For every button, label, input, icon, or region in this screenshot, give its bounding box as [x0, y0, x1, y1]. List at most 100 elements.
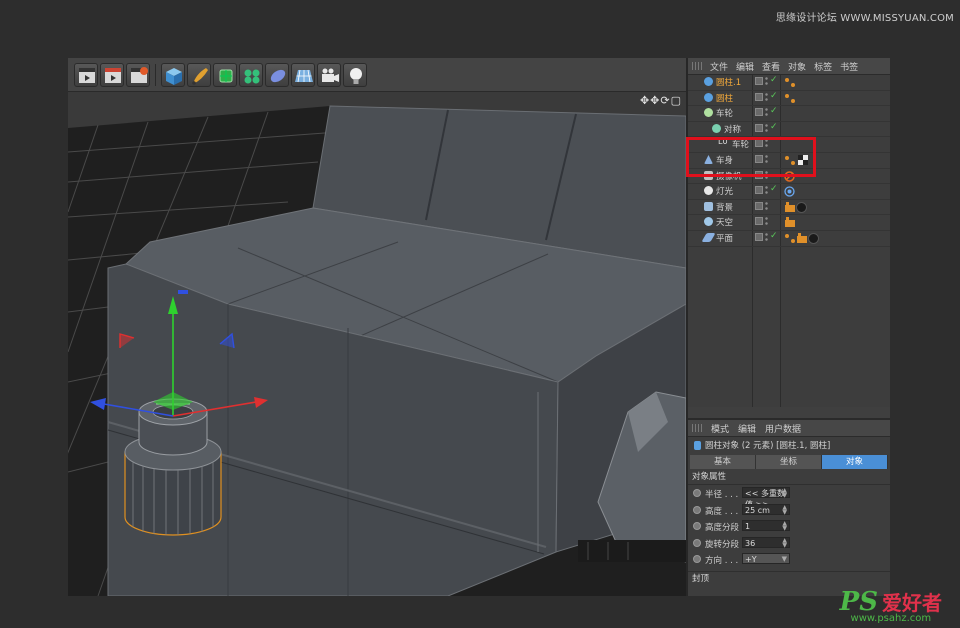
object-row-sky[interactable]: 天空 [688, 215, 890, 231]
menu-view[interactable]: 查看 [762, 60, 780, 73]
cloner-button[interactable] [239, 63, 263, 87]
render-view-button[interactable] [74, 63, 98, 87]
rotation-segments-field[interactable]: 36 ▲ ▼ [742, 536, 790, 548]
menu-mode[interactable]: 模式 [711, 422, 729, 435]
object-name[interactable]: 灯光 [716, 185, 733, 197]
animate-radio[interactable] [693, 555, 701, 563]
attribute-tabs: 基本 坐标 对象 [690, 455, 888, 469]
camera-button[interactable] [317, 63, 341, 87]
layer-flag-icon[interactable] [755, 108, 763, 117]
subdivision-cube-icon [219, 69, 233, 83]
tab-basic[interactable]: 基本 [690, 455, 756, 469]
spinner-arrows-icon[interactable]: ▲ ▼ [782, 521, 787, 532]
layer-flag-icon[interactable] [755, 186, 763, 195]
tab-object[interactable]: 对象 [822, 455, 888, 469]
compositing-tag-icon[interactable] [784, 201, 796, 213]
object-name[interactable]: 背景 [716, 201, 733, 213]
animate-radio[interactable] [693, 522, 701, 530]
panel-grip-icon[interactable] [692, 424, 702, 432]
visibility-dots-icon[interactable] [765, 107, 768, 118]
light-button[interactable] [343, 63, 367, 87]
animate-radio[interactable] [693, 505, 701, 514]
layer-flag-icon[interactable] [755, 77, 763, 85]
enabled-check-icon[interactable]: ✓ [770, 122, 778, 132]
attribute-title-text: 圆柱对象 (2 元素) [圆柱.1, 圆柱] [705, 441, 831, 451]
scene-floor-button[interactable] [291, 63, 315, 87]
viewport-scene[interactable] [68, 92, 686, 596]
property-height-segments: 高度分段 1 ▲ ▼ [688, 518, 890, 535]
layer-flag-icon[interactable] [755, 217, 763, 226]
object-row-plane[interactable]: 平面 ✓ [688, 231, 890, 247]
material-dark-icon[interactable] [808, 232, 819, 244]
watermark-name: 爱好者 [882, 591, 942, 615]
enabled-check-icon[interactable]: ✓ [770, 91, 778, 101]
attribute-title: 圆柱对象 (2 元素) [圆柱.1, 圆柱] [688, 437, 890, 453]
object-row-symmetry[interactable]: 对称 ✓ [688, 122, 890, 138]
light-target-icon[interactable] [784, 186, 795, 197]
menu-tags[interactable]: 标签 [814, 60, 832, 73]
3d-viewport[interactable]: ✥✥⟳▢ [68, 92, 686, 596]
cylinder-icon [694, 440, 701, 450]
enabled-check-icon[interactable]: ✓ [770, 75, 778, 85]
orientation-dropdown[interactable]: +Y ▼ [742, 553, 790, 564]
object-row-cylinder-1[interactable]: 圆柱.1 ✓ [688, 75, 890, 91]
object-row-background[interactable]: 背景 [688, 200, 890, 216]
panel-grip-icon[interactable] [692, 62, 702, 70]
menu-edit[interactable]: 编辑 [736, 60, 754, 73]
viewport-nav-icons[interactable]: ✥✥⟳▢ [640, 94, 682, 107]
enabled-check-icon[interactable]: ✓ [770, 184, 778, 194]
deformer-button[interactable] [265, 63, 289, 87]
object-name[interactable]: 对称 [724, 123, 741, 135]
layer-flag-icon[interactable] [755, 201, 763, 210]
tab-coordinates[interactable]: 坐标 [756, 455, 822, 469]
object-name[interactable]: 平面 [716, 232, 733, 244]
object-row-light[interactable]: 灯光 ✓ [688, 184, 890, 200]
spinner-arrows-icon[interactable]: ▲ ▼ [782, 537, 787, 548]
object-name[interactable]: 车轮 [716, 107, 733, 119]
animate-radio[interactable] [693, 489, 701, 497]
cube-object-button[interactable] [161, 63, 185, 87]
phong-tag-icon[interactable] [784, 233, 796, 244]
layer-flag-icon[interactable] [755, 92, 763, 101]
selected-cylinders[interactable] [124, 398, 222, 536]
visibility-dots-icon[interactable] [765, 231, 768, 242]
spinner-arrows-icon[interactable]: ▲ ▼ [782, 504, 787, 515]
enabled-check-icon[interactable]: ✓ [770, 231, 778, 241]
menu-bookmarks[interactable]: 书签 [840, 60, 858, 73]
visibility-dots-icon[interactable] [765, 122, 768, 133]
height-segments-field[interactable]: 1 ▲ ▼ [742, 520, 790, 532]
object-list[interactable]: 圆柱.1 ✓ 圆柱 ✓ 车轮 ✓ 对称 ✓ L0 车轮 车身 摄像机 灯光 ✓ … [688, 75, 890, 407]
compositing-tag-icon[interactable] [796, 232, 808, 244]
height-field[interactable]: 25 cm ▲ ▼ [742, 503, 790, 515]
render-picture-viewer-button[interactable] [100, 63, 124, 87]
menu-edit[interactable]: 编辑 [738, 422, 756, 435]
material-dark-icon[interactable] [796, 201, 807, 213]
render-settings-button[interactable] [126, 63, 150, 87]
layer-flag-icon[interactable] [755, 123, 763, 132]
visibility-dots-icon[interactable] [765, 185, 768, 196]
spinner-arrows-icon[interactable]: ▲ ▼ [782, 488, 787, 499]
pen-tool-button[interactable] [187, 63, 211, 87]
menu-objects[interactable]: 对象 [788, 60, 806, 73]
visibility-dots-icon[interactable] [765, 91, 768, 102]
phong-tag-icon[interactable] [784, 93, 796, 104]
object-name[interactable]: 圆柱 [716, 92, 733, 104]
layer-flag-icon[interactable] [755, 232, 763, 241]
object-row-cylinder[interactable]: 圆柱 ✓ [688, 91, 890, 107]
phong-tag-icon[interactable] [784, 77, 796, 88]
object-row-wheels[interactable]: 车轮 ✓ [688, 106, 890, 122]
enabled-check-icon[interactable]: ✓ [770, 106, 778, 116]
visibility-dots-icon[interactable] [765, 216, 768, 227]
compositing-tag-icon[interactable] [784, 217, 796, 228]
menu-file[interactable]: 文件 [710, 60, 728, 73]
menu-user-data[interactable]: 用户数据 [765, 422, 801, 435]
subdivision-button[interactable] [213, 63, 237, 87]
object-name[interactable]: 天空 [716, 216, 733, 228]
animate-radio[interactable] [693, 538, 701, 547]
visibility-dots-icon[interactable] [765, 76, 768, 86]
radius-field[interactable]: << 多重数值 >>▲▼ [742, 487, 790, 509]
null-icon [704, 108, 713, 118]
object-name[interactable]: 圆柱.1 [716, 76, 741, 88]
cloner-icon [244, 69, 260, 84]
visibility-dots-icon[interactable] [765, 200, 768, 211]
